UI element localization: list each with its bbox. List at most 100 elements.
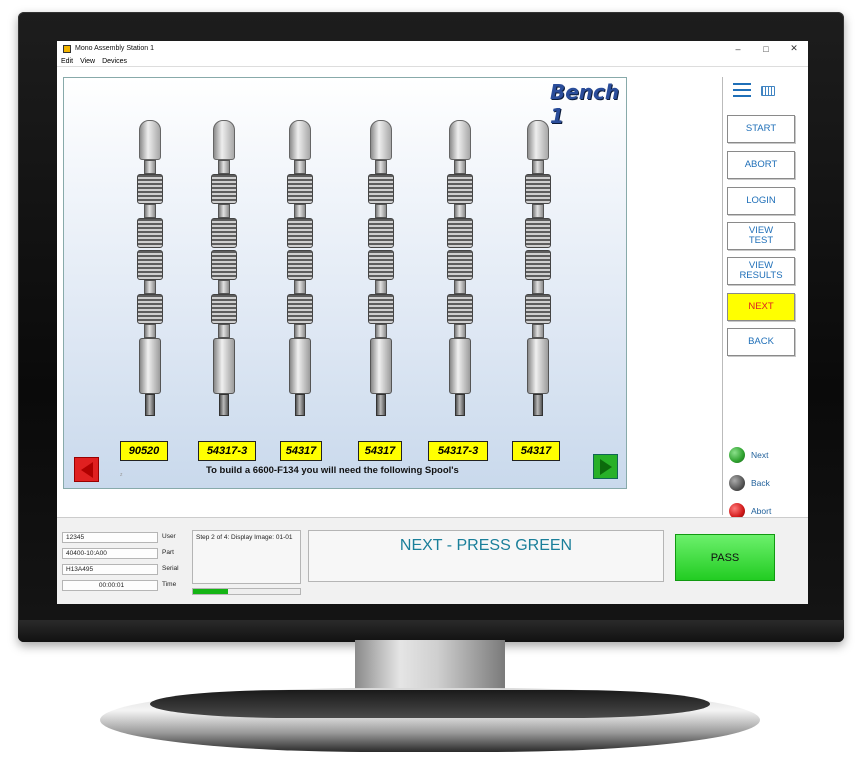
- back-button[interactable]: BACK: [727, 328, 795, 356]
- spool-body: [289, 338, 311, 394]
- part-tag-5: 54317-3: [428, 441, 488, 461]
- minimize-button[interactable]: –: [724, 44, 752, 54]
- spool-ring: [368, 250, 394, 280]
- spool-ring: [287, 294, 313, 324]
- spool-ring: [211, 218, 237, 248]
- spool-cap: [289, 120, 311, 160]
- login-button-label: LOGIN: [746, 195, 776, 206]
- spool-image-6: [524, 120, 552, 438]
- view-results-button[interactable]: VIEW RESULTS: [727, 257, 795, 285]
- part-tag-6: 54317: [512, 441, 560, 461]
- part-tag-3: 54317: [280, 441, 322, 461]
- part-label: Part: [162, 549, 174, 556]
- spool-cap: [213, 120, 235, 160]
- spool-ring: [137, 218, 163, 248]
- spool-ring: [287, 250, 313, 280]
- spool-body: [527, 338, 549, 394]
- spool-shaft: [532, 280, 544, 294]
- spool-shaft: [532, 160, 544, 174]
- next-indicator-label: Next: [751, 450, 769, 460]
- menu-view[interactable]: View: [80, 58, 95, 65]
- spool-shaft: [294, 204, 306, 218]
- spool-ring: [525, 294, 551, 324]
- spool-shaft: [294, 280, 306, 294]
- spool-shaft: [454, 324, 466, 338]
- spool-body: [213, 338, 235, 394]
- spool-shaft: [375, 204, 387, 218]
- next-arrow-button[interactable]: [593, 454, 618, 479]
- spool-ring: [368, 174, 394, 204]
- close-button[interactable]: ✕: [780, 43, 808, 54]
- time-label: Time: [162, 581, 177, 588]
- view-test-button[interactable]: VIEW TEST: [727, 222, 795, 250]
- spool-ring: [447, 250, 473, 280]
- serial-label: Serial: [162, 565, 179, 572]
- pass-button[interactable]: PASS: [675, 534, 775, 581]
- previous-arrow-button[interactable]: [74, 457, 99, 482]
- spool-shaft: [454, 160, 466, 174]
- arrow-right-icon: [599, 458, 612, 475]
- back-indicator-label: Back: [751, 478, 770, 488]
- spool-ring: [525, 250, 551, 280]
- control-panel: START ABORT LOGIN VIEW TEST VIEW RESULTS…: [722, 77, 808, 519]
- spool-cap: [527, 120, 549, 160]
- app-icon: [63, 44, 71, 53]
- spool-shaft: [218, 324, 230, 338]
- spool-shaft: [294, 324, 306, 338]
- maximize-button[interactable]: □: [752, 44, 780, 54]
- spool-shaft: [144, 324, 156, 338]
- spool-tip: [145, 394, 155, 416]
- axis-label-z: z: [120, 472, 123, 478]
- window-title: Mono Assembly Station 1: [75, 45, 154, 52]
- next-indicator-light: [729, 447, 745, 463]
- spool-shaft: [218, 204, 230, 218]
- spool-display-canvas: Bench 1 90520 54317-3 54317 54317 54317-…: [63, 77, 627, 489]
- monitor-chin: [18, 620, 844, 642]
- spool-ring: [525, 218, 551, 248]
- arrow-left-icon: [80, 461, 93, 478]
- spool-ring: [211, 294, 237, 324]
- spool-ring: [447, 174, 473, 204]
- time-field: 00:00:01: [62, 580, 158, 591]
- spool-tip: [533, 394, 543, 416]
- part-tag-4: 54317: [358, 441, 402, 461]
- spool-ring: [525, 174, 551, 204]
- abort-indicator-label: Abort: [751, 506, 772, 516]
- spool-ring: [287, 218, 313, 248]
- login-button[interactable]: LOGIN: [727, 187, 795, 215]
- spool-cap: [139, 120, 161, 160]
- spool-tip: [455, 394, 465, 416]
- user-field: 12345: [62, 532, 158, 543]
- spool-shaft: [375, 160, 387, 174]
- spool-shaft: [454, 204, 466, 218]
- start-button-label: START: [745, 123, 777, 134]
- next-button[interactable]: NEXT: [727, 293, 795, 321]
- monitor-stand-base-top: [150, 690, 710, 718]
- back-button-label: BACK: [748, 336, 774, 347]
- pass-button-label: PASS: [710, 551, 740, 564]
- spool-tip: [376, 394, 386, 416]
- abort-button[interactable]: ABORT: [727, 151, 795, 179]
- spool-shaft: [218, 280, 230, 294]
- spool-tip: [219, 394, 229, 416]
- spool-ring: [447, 294, 473, 324]
- menu-edit[interactable]: Edit: [61, 58, 73, 65]
- spool-shaft: [375, 280, 387, 294]
- spool-cap: [370, 120, 392, 160]
- spool-image-1: [136, 120, 164, 438]
- spool-shaft: [532, 324, 544, 338]
- spool-shaft: [532, 204, 544, 218]
- menu-bar: Edit View Devices: [57, 56, 808, 67]
- spool-ring: [368, 218, 394, 248]
- back-indicator-light: [729, 475, 745, 491]
- spool-shaft: [144, 280, 156, 294]
- spool-body: [139, 338, 161, 394]
- view-results-label-2: RESULTS: [739, 270, 783, 281]
- menu-devices[interactable]: Devices: [102, 58, 127, 65]
- spool-cap: [449, 120, 471, 160]
- start-button[interactable]: START: [727, 115, 795, 143]
- spool-image-2: [210, 120, 238, 438]
- keyboard-icon[interactable]: [761, 86, 775, 96]
- title-bar: Mono Assembly Station 1 – □ ✕: [57, 41, 808, 56]
- hamburger-menu-icon[interactable]: [733, 83, 751, 97]
